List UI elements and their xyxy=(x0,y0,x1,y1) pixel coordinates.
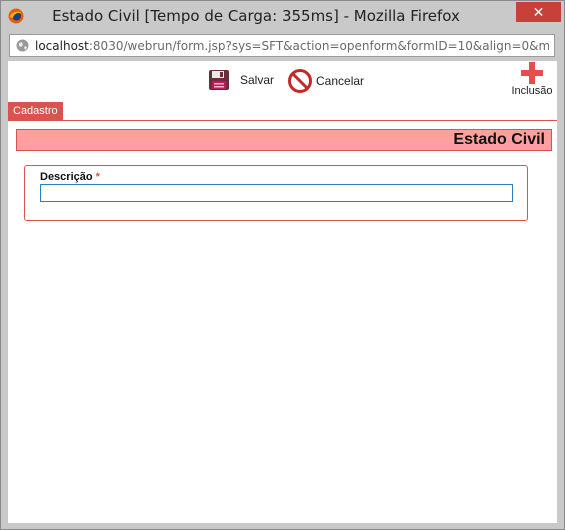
url-path: :8030/webrun/form.jsp?sys=SFT&action=ope… xyxy=(88,39,549,53)
floppy-disk-icon xyxy=(209,70,229,90)
url-host: localhost xyxy=(35,39,89,53)
cancel-button[interactable]: Cancelar xyxy=(288,69,364,93)
address-bar[interactable]: localhost:8030/webrun/form.jsp?sys=SFT&a… xyxy=(9,34,555,57)
form-fieldset: Descrição * xyxy=(24,165,528,221)
required-marker: * xyxy=(95,171,100,183)
page-content: Salvar Cancelar Inclusão Cadastro Estado… xyxy=(8,61,557,523)
descricao-label-text: Descrição xyxy=(40,171,93,183)
window-title: Estado Civil [Tempo de Carga: 355ms] - M… xyxy=(52,7,460,25)
tab-cadastro[interactable]: Cadastro xyxy=(8,102,63,120)
cancel-label: Cancelar xyxy=(316,74,365,88)
title-bar: Estado Civil [Tempo de Carga: 355ms] - M… xyxy=(1,1,564,31)
globe-icon xyxy=(16,39,29,52)
close-button[interactable]: ✕ xyxy=(516,2,561,22)
tab-divider xyxy=(8,120,557,121)
save-label: Salvar xyxy=(240,73,275,87)
add-label: Inclusão xyxy=(511,85,553,97)
descricao-input[interactable] xyxy=(40,184,513,202)
add-button[interactable]: Inclusão xyxy=(508,61,556,97)
cancel-icon xyxy=(288,69,312,93)
descricao-label: Descrição * xyxy=(40,171,100,183)
url-text: localhost:8030/webrun/form.jsp?sys=SFT&a… xyxy=(35,39,549,53)
save-button[interactable]: Salvar xyxy=(208,69,274,91)
plus-icon xyxy=(521,62,543,84)
browser-window: Estado Civil [Tempo de Carga: 355ms] - M… xyxy=(0,0,565,530)
form-header: Estado Civil xyxy=(16,129,552,151)
page-title: Estado Civil xyxy=(453,131,545,148)
